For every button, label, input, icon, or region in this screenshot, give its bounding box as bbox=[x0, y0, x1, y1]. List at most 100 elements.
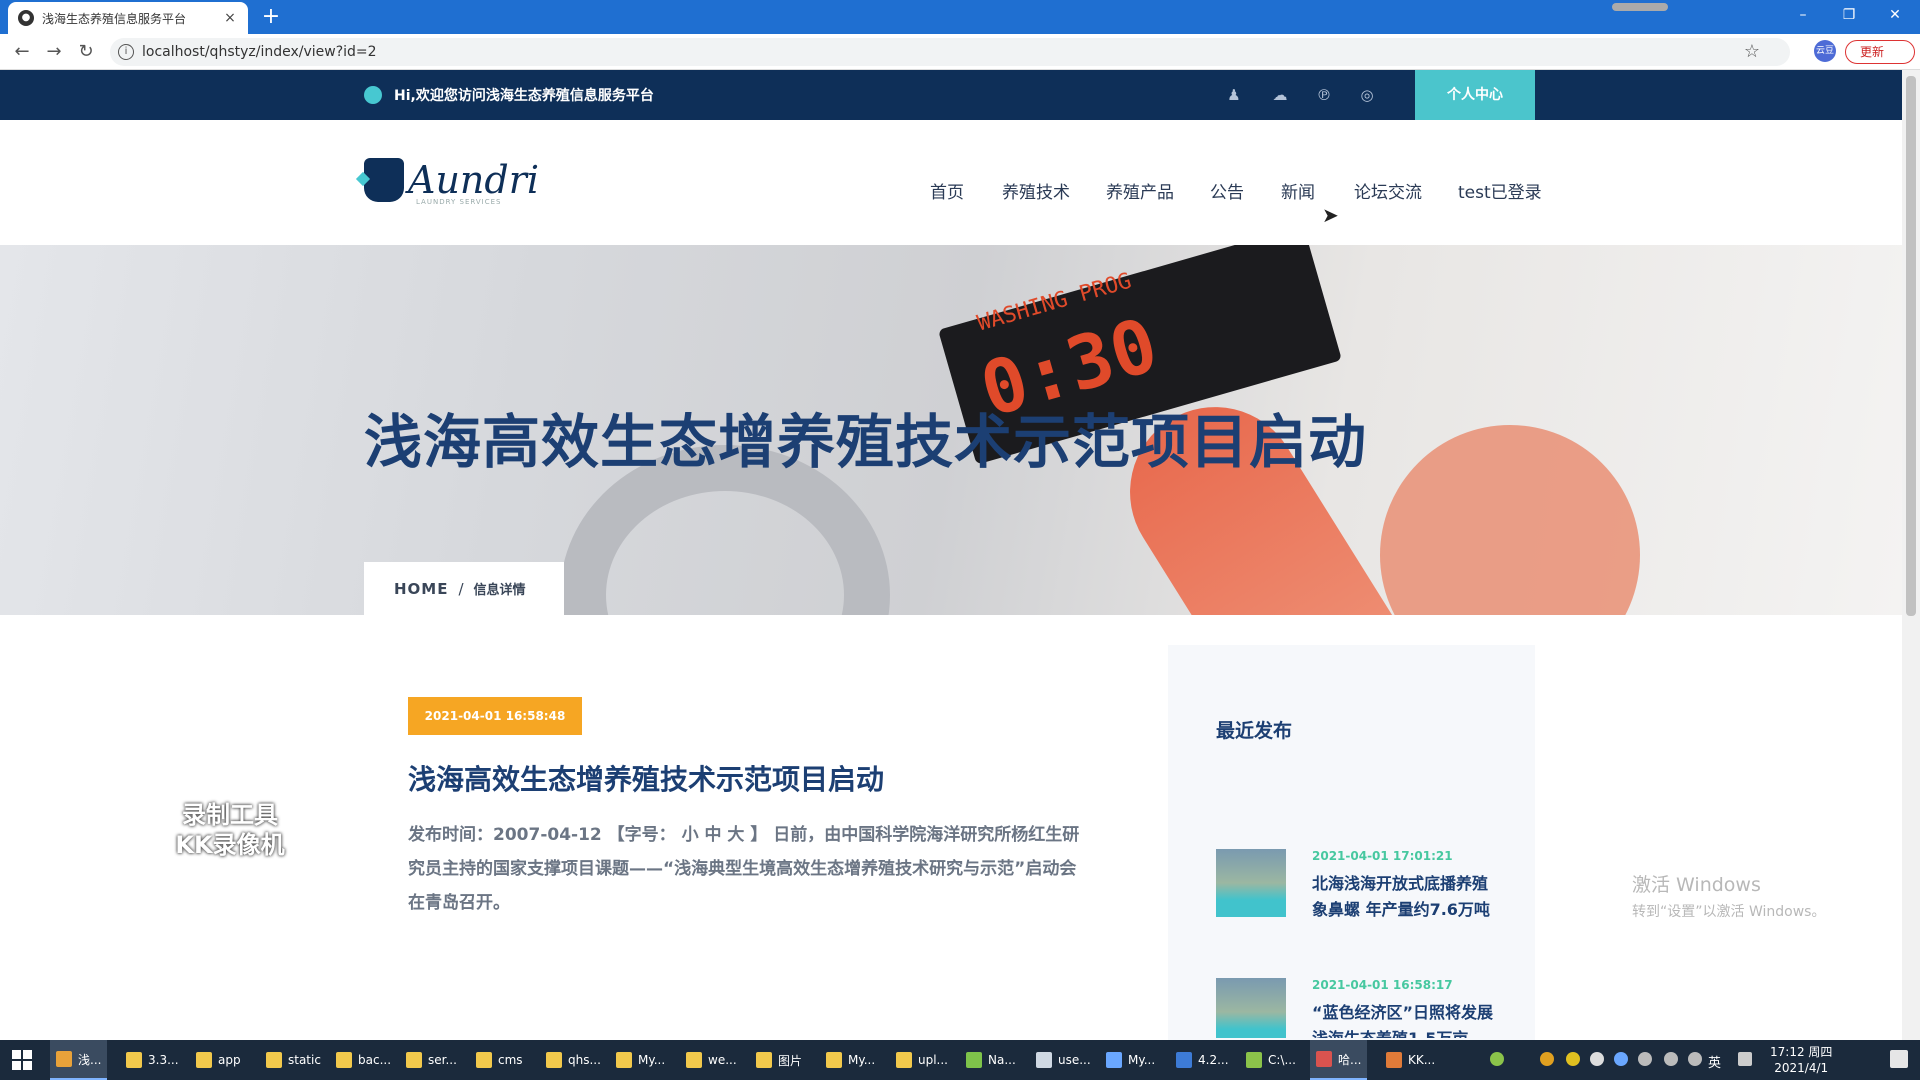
hand-image bbox=[1380, 425, 1640, 615]
site-logo[interactable]: Aundri LAUNDRY SERVICES bbox=[364, 158, 540, 206]
nav-notice[interactable]: 公告 bbox=[1210, 178, 1244, 203]
taskbar-item-label: KK... bbox=[1408, 1053, 1436, 1067]
user-center-button[interactable]: 个人中心 bbox=[1415, 70, 1535, 120]
keyboard-icon[interactable] bbox=[1738, 1052, 1752, 1066]
taskbar-item[interactable]: 3.3... bbox=[120, 1040, 185, 1080]
taskbar-item[interactable]: static bbox=[260, 1040, 327, 1080]
windows-start-icon[interactable] bbox=[12, 1050, 32, 1070]
post-title[interactable]: 北海浅海开放式底播养殖象鼻螺 年产量约7.6万吨 bbox=[1312, 871, 1502, 923]
page-scrollbar[interactable] bbox=[1902, 70, 1920, 1040]
taskbar-item[interactable]: 图片 bbox=[750, 1040, 808, 1080]
tray-app-icon[interactable] bbox=[1614, 1052, 1628, 1066]
profile-avatar[interactable]: 云豆 bbox=[1814, 40, 1836, 62]
notification-icon[interactable] bbox=[1890, 1050, 1908, 1068]
welcome-text: Hi,欢迎您访问浅海生态养殖信息服务平台 bbox=[394, 88, 654, 104]
bookmark-star-icon[interactable]: ☆ bbox=[1744, 41, 1760, 62]
address-bar[interactable]: i localhost/qhstyz/index/view?id=2 ☆ bbox=[110, 38, 1790, 66]
taskbar-item-label: upl... bbox=[918, 1053, 948, 1067]
taskbar-item[interactable]: bac... bbox=[330, 1040, 397, 1080]
activation-subtitle: 转到“设置”以激活 Windows。 bbox=[1632, 904, 1826, 920]
taskbar-item[interactable]: Na... bbox=[960, 1040, 1022, 1080]
nav-news[interactable]: 新闻 bbox=[1281, 178, 1315, 203]
taskbar-item-label: 图片 bbox=[778, 1053, 803, 1068]
nav-forum[interactable]: 论坛交流 bbox=[1354, 178, 1422, 203]
recent-post[interactable]: 2021-04-01 16:58:17 “蓝色经济区”日照将发展浅海生态养殖1.… bbox=[1216, 978, 1516, 1038]
url-text[interactable]: localhost/qhstyz/index/view?id=2 bbox=[142, 44, 377, 60]
tray-app-icon[interactable] bbox=[1590, 1052, 1604, 1066]
nav-products[interactable]: 养殖产品 bbox=[1106, 178, 1174, 203]
taskbar-app-icon bbox=[896, 1052, 912, 1068]
tab-close-icon[interactable]: × bbox=[222, 10, 238, 26]
battery-icon[interactable] bbox=[1490, 1052, 1504, 1066]
article-date-badge: 2021-04-01 16:58:48 bbox=[408, 697, 582, 735]
nav-home[interactable]: 首页 bbox=[930, 178, 964, 203]
recorder-watermark-text: 录制工具 KK录像机 bbox=[175, 801, 285, 859]
back-arrow-icon[interactable]: ← bbox=[10, 40, 34, 64]
taskbar-app-icon bbox=[826, 1052, 842, 1068]
reload-icon[interactable]: ↻ bbox=[74, 40, 98, 64]
wechat-icon[interactable]: ☁ bbox=[1270, 85, 1290, 105]
taskbar-app-icon bbox=[1036, 1052, 1052, 1068]
instagram-icon[interactable]: ◎ bbox=[1357, 85, 1377, 105]
forward-arrow-icon[interactable]: → bbox=[42, 40, 66, 64]
taskbar-item[interactable]: upl... bbox=[890, 1040, 954, 1080]
taskbar-item-label: Na... bbox=[988, 1053, 1016, 1067]
nav-user-login[interactable]: test已登录 bbox=[1458, 178, 1542, 203]
taskbar-item[interactable]: 4.2... bbox=[1170, 1040, 1235, 1080]
taskbar-item-label: bac... bbox=[358, 1053, 392, 1067]
taskbar-app-icon bbox=[336, 1052, 352, 1068]
ime-indicator[interactable]: 英 bbox=[1708, 1052, 1721, 1071]
taskbar-item[interactable]: My... bbox=[1100, 1040, 1161, 1080]
minimize-button[interactable]: – bbox=[1780, 0, 1826, 30]
breadcrumb-home[interactable]: HOME bbox=[394, 580, 448, 598]
taskbar-app-icon bbox=[1316, 1051, 1332, 1067]
network-icon[interactable] bbox=[1638, 1052, 1652, 1066]
post-thumbnail[interactable] bbox=[1216, 849, 1286, 917]
wifi-icon[interactable] bbox=[1664, 1052, 1678, 1066]
breadcrumb-separator: / bbox=[458, 579, 464, 598]
nav-tech[interactable]: 养殖技术 bbox=[1002, 178, 1070, 203]
taskbar-item[interactable]: KK... bbox=[1380, 1040, 1441, 1080]
post-date: 2021-04-01 17:01:21 bbox=[1312, 849, 1453, 863]
taskbar-item-label: 4.2... bbox=[1198, 1053, 1229, 1067]
pinterest-icon[interactable]: ℗ bbox=[1314, 85, 1334, 105]
taskbar-clock[interactable]: 17:12 周四 2021/4/1 bbox=[1770, 1044, 1832, 1076]
post-title[interactable]: “蓝色经济区”日照将发展浅海生态养殖1.5万亩 bbox=[1312, 1000, 1502, 1038]
taskbar-item[interactable]: ser... bbox=[400, 1040, 463, 1080]
sidebar-title: 最近发布 bbox=[1216, 720, 1293, 742]
taskbar-item[interactable]: My... bbox=[820, 1040, 881, 1080]
windows-taskbar: 浅... 3.3... app static bac... ser... cms qhs...… bbox=[0, 1040, 1920, 1080]
update-button[interactable]: 更新 bbox=[1845, 40, 1915, 64]
recorder-watermark: 录制工具 KK录像机 bbox=[160, 800, 300, 860]
scrollbar-thumb[interactable] bbox=[1906, 76, 1916, 616]
taskbar-item[interactable]: we... bbox=[680, 1040, 743, 1080]
browser-toolbar: ← → ↻ i localhost/qhstyz/index/view?id=2… bbox=[0, 34, 1920, 70]
restore-button[interactable]: ❐ bbox=[1826, 0, 1872, 30]
taskbar-item-label: C:\... bbox=[1268, 1053, 1296, 1067]
taskbar-item[interactable]: My... bbox=[610, 1040, 671, 1080]
breadcrumb: HOME / 信息详情 bbox=[364, 562, 564, 615]
taskbar-item[interactable]: app bbox=[190, 1040, 247, 1080]
taskbar-app-icon bbox=[126, 1052, 142, 1068]
post-thumbnail[interactable] bbox=[1216, 978, 1286, 1038]
clock-icon bbox=[364, 86, 382, 104]
new-tab-button[interactable]: + bbox=[258, 4, 284, 30]
site-info-icon[interactable]: i bbox=[118, 44, 134, 60]
close-window-button[interactable]: ✕ bbox=[1872, 0, 1918, 30]
recent-post[interactable]: 2021-04-01 17:01:21 北海浅海开放式底播养殖象鼻螺 年产量约7… bbox=[1216, 849, 1516, 929]
volume-icon[interactable] bbox=[1688, 1052, 1702, 1066]
taskbar-item[interactable]: 浅... bbox=[50, 1040, 108, 1080]
taskbar-item-label: app bbox=[218, 1053, 241, 1067]
taskbar-item[interactable]: 哈... bbox=[1310, 1040, 1368, 1080]
taskbar-item[interactable]: use... bbox=[1030, 1040, 1097, 1080]
taskbar-item[interactable]: cms bbox=[470, 1040, 529, 1080]
tray-app-icon[interactable] bbox=[1566, 1052, 1580, 1066]
logo-text: Aundri bbox=[408, 158, 540, 202]
tray-app-icon[interactable] bbox=[1540, 1052, 1554, 1066]
top-info-bar: Hi,欢迎您访问浅海生态养殖信息服务平台 ♟ ☁ ℗ ◎ 个人中心 bbox=[0, 70, 1902, 120]
taskbar-item[interactable]: qhs... bbox=[540, 1040, 607, 1080]
browser-tab[interactable]: ● 浅海生态养殖信息服务平台 × bbox=[8, 2, 248, 34]
taskbar-item[interactable]: C:\... bbox=[1240, 1040, 1302, 1080]
qq-icon[interactable]: ♟ bbox=[1224, 85, 1244, 105]
taskbar-app-icon bbox=[56, 1051, 72, 1067]
